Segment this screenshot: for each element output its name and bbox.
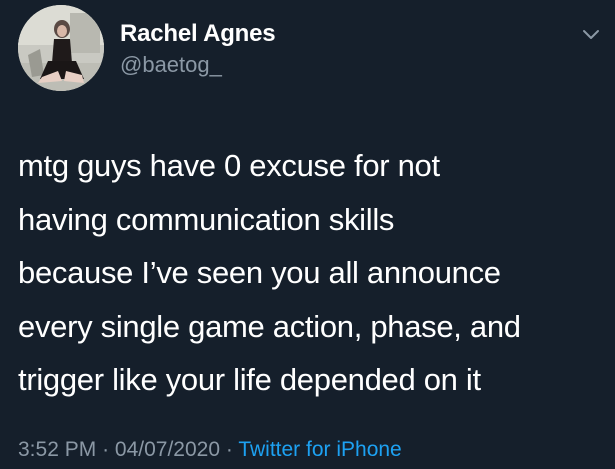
tweet-text: mtg guys have 0 excuse for not having co… [18, 139, 608, 407]
chevron-down-icon[interactable] [580, 24, 602, 46]
tweet-card: Rachel Agnes @baetog_ mtg guys have 0 ex… [0, 0, 615, 469]
tweet-time[interactable]: 3:52 PM [18, 438, 96, 461]
avatar[interactable] [18, 5, 104, 91]
tweet-date[interactable]: 04/07/2020 [115, 438, 220, 461]
display-name[interactable]: Rachel Agnes [120, 20, 276, 48]
tweet-meta: 3:52 PM · 04/07/2020 · Twitter for iPhon… [18, 437, 402, 463]
meta-separator: · [225, 438, 233, 461]
meta-separator: · [102, 438, 110, 461]
tweet-line: because I’ve seen you all announce [18, 255, 501, 290]
tweet-line: trigger like your life depended on it [18, 362, 481, 397]
profile-photo-icon [18, 5, 104, 91]
tweet-line: every single game action, phase, and [18, 308, 521, 344]
user-handle[interactable]: @baetog_ [120, 52, 275, 78]
tweet-line: mtg guys have 0 excuse for not [18, 148, 440, 183]
author-info: Rachel Agnes @baetog_ [120, 20, 276, 78]
tweet-line: having communication skills [18, 201, 395, 237]
tweet-source[interactable]: Twitter for iPhone [238, 438, 401, 461]
